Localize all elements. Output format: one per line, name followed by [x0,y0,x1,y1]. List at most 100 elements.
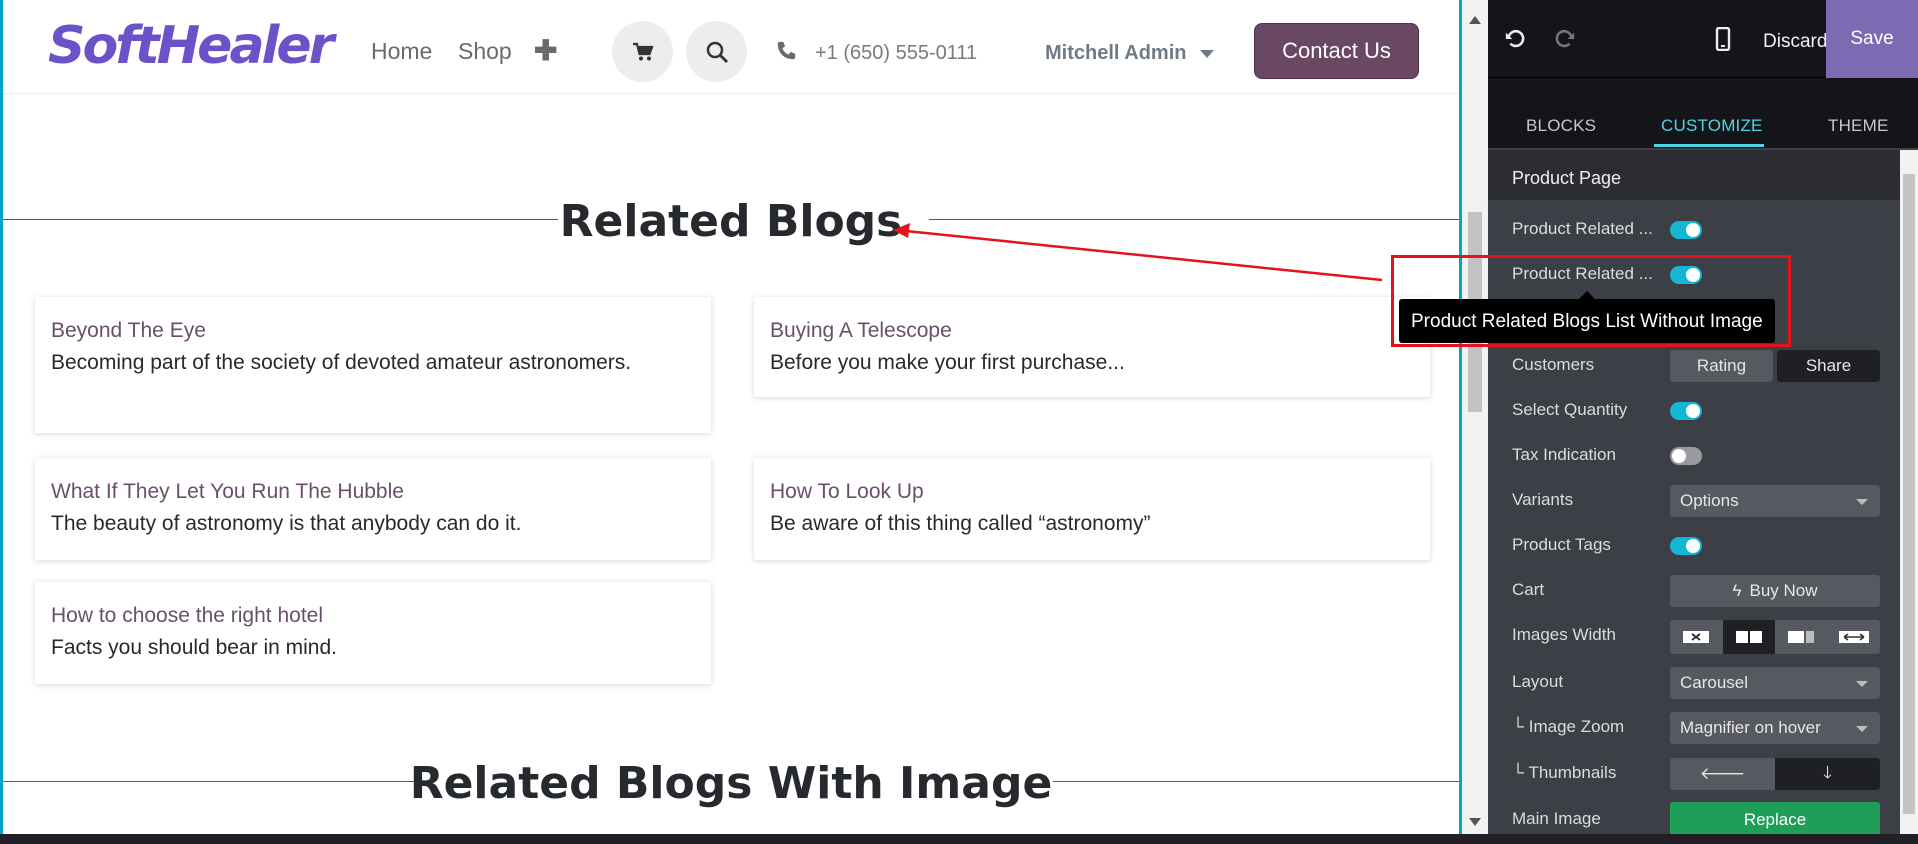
blog-card[interactable]: What If They Let You Run The Hubble The … [35,458,711,560]
replace-button[interactable]: Replace [1670,802,1880,834]
nav-shop[interactable]: Shop [458,38,512,65]
option-label: Images Width [1512,625,1616,644]
add-menu-icon[interactable]: ✚ [534,34,557,67]
blog-card[interactable]: Buying A Telescope Before you make your … [754,297,1430,397]
option-label: Customers [1512,355,1595,374]
option-product-tags: Product Tags [1488,526,1900,566]
nav-home[interactable]: Home [371,38,432,65]
section-title-related-blogs-with-image: Related Blogs With Image [409,758,1053,809]
blog-teaser: The beauty of astronomy is that anybody … [51,512,522,535]
editor-panel: Discard Save BLOCKS CUSTOMIZE THEME Prod… [1488,0,1918,834]
chevron-down-icon [1856,681,1868,687]
thumbnails-group: 🡐 🡓 [1670,758,1880,790]
image-none-icon[interactable] [1670,620,1723,654]
option-layout: Layout Carousel [1488,663,1900,703]
bolt-icon: ϟ [1732,581,1742,600]
cart-button[interactable] [612,21,673,82]
layout-select[interactable]: Carousel [1670,667,1880,699]
thumbnails-bottom-icon[interactable]: 🡓 [1775,758,1880,790]
blog-card[interactable]: How To Look Up Be aware of this thing ca… [754,458,1430,560]
blog-teaser: Before you make your first purchase... [770,351,1125,374]
option-main-image: Main Image Replace [1488,800,1900,834]
panel-scrollbar[interactable] [1900,150,1918,834]
section-title-related-blogs: Related Blogs [559,196,903,247]
image-zoom-select[interactable]: Magnifier on hover [1670,712,1880,744]
blog-title[interactable]: What If They Let You Run The Hubble [51,478,695,506]
phone-number[interactable]: +1 (650) 555-0111 [815,42,977,65]
chevron-down-icon [1200,49,1215,58]
toggle-switch[interactable] [1670,447,1702,465]
scroll-up-icon[interactable] [1469,16,1481,24]
blog-teaser: Becoming part of the society of devoted … [51,351,632,374]
tab-theme[interactable]: THEME [1828,116,1889,136]
blog-title[interactable]: How to choose the right hotel [51,602,695,630]
phone-icon [777,41,796,60]
option-label: Variants [1512,490,1574,509]
option-label: Cart [1512,580,1545,599]
save-button[interactable]: Save [1826,0,1918,78]
user-name: Mitchell Admin [1045,42,1187,64]
option-label: Product Tags [1512,535,1611,554]
select-value: Magnifier on hover [1680,718,1821,737]
option-thumbnails: └ Thumbnails 🡐 🡓 [1488,754,1900,794]
blog-card[interactable]: How to choose the right hotel Facts you … [35,582,711,684]
discard-button[interactable]: Discard [1763,31,1827,53]
editor-tabs: BLOCKS CUSTOMIZE THEME [1488,78,1918,148]
customers-button-group: Rating Share [1670,350,1880,382]
image-half-icon[interactable] [1722,620,1775,654]
chevron-down-icon [1856,499,1868,505]
option-variants: Variants Options [1488,481,1900,521]
share-button[interactable]: Share [1777,350,1880,382]
select-value: Buy Now [1749,581,1818,600]
blog-title[interactable]: How To Look Up [770,478,1414,506]
option-label: Product Related ... [1512,219,1653,238]
thumbnails-left-icon[interactable]: 🡐 [1670,758,1775,790]
redo-icon[interactable] [1550,24,1580,54]
cart-select[interactable]: ϟ Buy Now [1670,575,1880,607]
cart-icon [632,42,654,60]
blog-teaser: Be aware of this thing called “astronomy… [770,512,1151,535]
blog-title[interactable]: Beyond The Eye [51,317,695,345]
option-label: Tax Indication [1512,445,1616,464]
images-width-group [1670,620,1880,654]
option-image-zoom: └ Image Zoom Magnifier on hover [1488,708,1900,748]
mobile-preview-icon[interactable] [1708,24,1738,54]
variants-select[interactable]: Options [1670,485,1880,517]
toggle-switch[interactable] [1670,221,1702,239]
active-tab-indicator [1654,144,1764,147]
rating-button[interactable]: Rating [1670,350,1773,382]
contact-us-button[interactable]: Contact Us [1254,23,1419,79]
search-button[interactable] [686,21,747,82]
user-menu[interactable]: Mitchell Admin [1045,42,1215,65]
option-images-width: Images Width [1488,616,1900,656]
undo-icon[interactable] [1500,24,1530,54]
site-logo[interactable]: SoftHealer [48,16,334,76]
search-icon [706,41,728,63]
website-preview: SoftHealer Home Shop ✚ +1 (650) 555-0111… [0,0,1462,834]
blog-title[interactable]: Buying A Telescope [770,317,1414,345]
toggle-switch[interactable] [1670,402,1702,420]
toggle-switch[interactable] [1670,537,1702,555]
tab-blocks[interactable]: BLOCKS [1526,116,1596,136]
option-label: Layout [1512,672,1564,691]
preview-scrollbar[interactable] [1462,0,1488,834]
option-cart: Cart ϟ Buy Now [1488,571,1900,611]
options-list: Product Page Product Related ... Product… [1488,150,1900,834]
image-two-thirds-icon[interactable] [1775,620,1828,654]
taskbar-strip [0,834,1918,844]
tab-customize[interactable]: CUSTOMIZE [1661,116,1763,136]
option-tax-indication: Tax Indication [1488,436,1900,476]
blog-card[interactable]: Beyond The Eye Becoming part of the soci… [35,297,711,433]
blog-teaser: Facts you should bear in mind. [51,636,337,659]
chevron-down-icon [1856,726,1868,732]
site-header: SoftHealer Home Shop ✚ +1 (650) 555-0111… [3,0,1459,94]
scroll-down-icon[interactable] [1469,818,1481,826]
option-label: └ Image Zoom [1512,717,1625,736]
app-window: SoftHealer Home Shop ✚ +1 (650) 555-0111… [0,0,1918,844]
editor-toolbar: Discard Save [1488,0,1918,78]
option-label: Select Quantity [1512,400,1628,419]
option-label: Main Image [1512,809,1601,828]
image-full-icon[interactable] [1828,620,1881,654]
scroll-thumb[interactable] [1903,174,1915,814]
option-select-quantity: Select Quantity [1488,391,1900,431]
